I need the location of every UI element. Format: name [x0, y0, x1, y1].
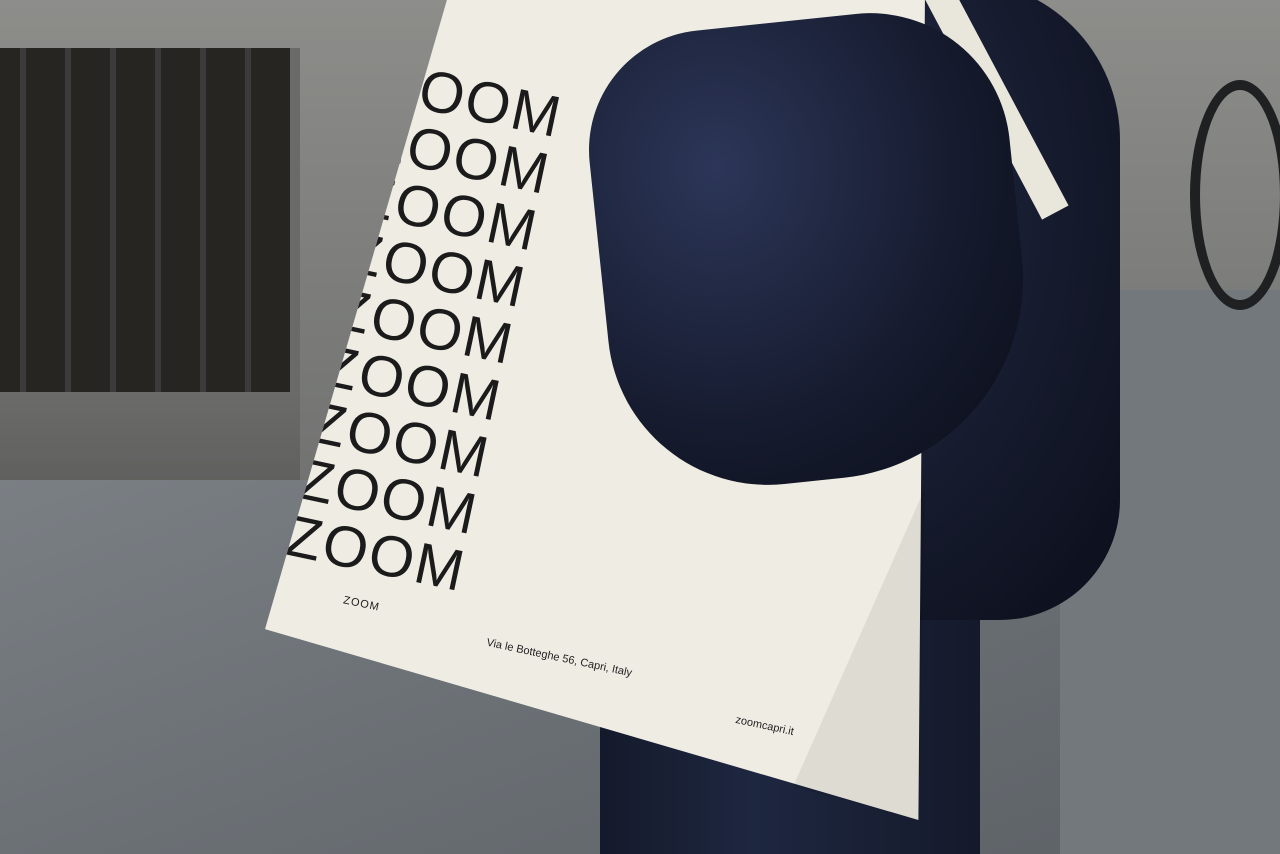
window-bar: [200, 48, 206, 428]
window-bar: [245, 48, 251, 428]
window-bar: [20, 48, 26, 428]
bicycle-wheel: [1190, 80, 1280, 310]
barred-window: [0, 48, 300, 440]
window-bar: [110, 48, 116, 428]
window-bar: [155, 48, 161, 428]
window-bar: [65, 48, 71, 428]
photo-scene: ZOOM ZOOM ZOOM ZOOM ZOOM ZOOM ZOOM ZOOM …: [0, 0, 1280, 854]
website-label: zoomcapri.it: [734, 713, 795, 739]
